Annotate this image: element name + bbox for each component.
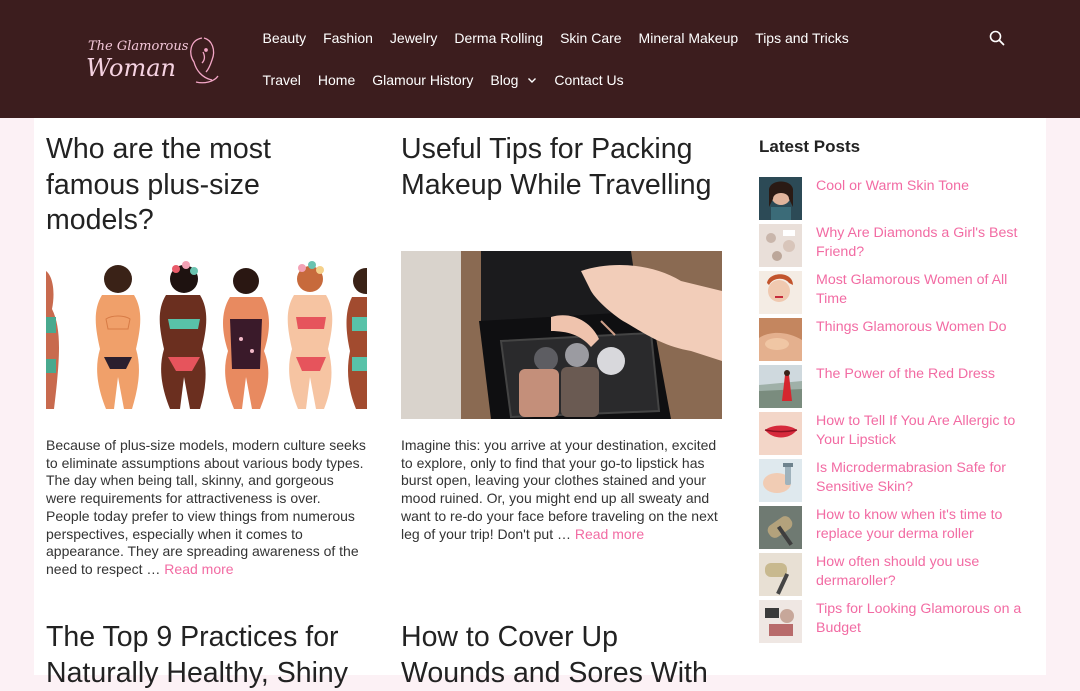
- post-card: Useful Tips for Packing Makeup While Tra…: [401, 132, 723, 203]
- latest-post-link[interactable]: Most Glamorous Women of All Time: [816, 271, 1031, 309]
- nav-tips-and-tricks[interactable]: Tips and Tricks: [747, 26, 858, 50]
- post-title[interactable]: Useful Tips for Packing Makeup While Tra…: [401, 132, 723, 203]
- latest-post-item[interactable]: Tips for Looking Glamorous on a Budget: [759, 600, 1029, 644]
- post-thumbnail[interactable]: [759, 553, 802, 596]
- latest-post-item[interactable]: Most Glamorous Women of All Time: [759, 271, 1029, 315]
- main-nav-row-2: Travel Home Glamour History Blog Contact…: [254, 68, 632, 92]
- post-title[interactable]: Who are the most famous plus-size models…: [46, 132, 368, 239]
- post-excerpt: Imagine this: you arrive at your destina…: [401, 437, 721, 543]
- read-more-link[interactable]: Read more: [164, 561, 233, 577]
- post-thumbnail[interactable]: [759, 600, 802, 643]
- post-card: The Top 9 Practices for Naturally Health…: [46, 620, 368, 691]
- latest-post-link[interactable]: Cool or Warm Skin Tone: [816, 177, 1031, 196]
- sidebar-title: Latest Posts: [759, 137, 861, 156]
- latest-post-link[interactable]: The Power of the Red Dress: [816, 365, 1031, 384]
- post-thumbnail[interactable]: [759, 224, 802, 267]
- nav-mineral-makeup[interactable]: Mineral Makeup: [630, 26, 747, 50]
- nav-home[interactable]: Home: [309, 68, 363, 92]
- latest-post-link[interactable]: How to Tell If You Are Allergic to Your …: [816, 412, 1031, 450]
- nav-blog-label: Blog: [490, 72, 519, 88]
- logo-text-main: Woman: [86, 54, 176, 82]
- main-content: Who are the most famous plus-size models…: [34, 118, 1046, 689]
- main-nav-row-1: Beauty Fashion Jewelry Derma Rolling Ski…: [254, 26, 857, 50]
- nav-glamour-history[interactable]: Glamour History: [364, 68, 482, 92]
- post-title[interactable]: How to Cover Up Wounds and Sores With: [401, 620, 723, 691]
- chevron-down-icon: [528, 78, 537, 83]
- latest-post-item[interactable]: How to Tell If You Are Allergic to Your …: [759, 412, 1029, 456]
- post-thumbnail[interactable]: [759, 459, 802, 502]
- search-icon[interactable]: [988, 29, 1006, 47]
- nav-blog[interactable]: Blog: [482, 68, 546, 92]
- latest-post-item[interactable]: The Power of the Red Dress: [759, 365, 1029, 409]
- latest-post-link[interactable]: Why Are Diamonds a Girl's Best Friend?: [816, 224, 1031, 262]
- post-image-makeup-bag[interactable]: [401, 251, 722, 419]
- post-thumbnail[interactable]: [759, 318, 802, 361]
- post-thumbnail[interactable]: [759, 365, 802, 408]
- post-thumbnail[interactable]: [759, 506, 802, 549]
- latest-post-item[interactable]: Why Are Diamonds a Girl's Best Friend?: [759, 224, 1029, 268]
- latest-post-item[interactable]: Cool or Warm Skin Tone: [759, 177, 1029, 221]
- nav-derma-rolling[interactable]: Derma Rolling: [446, 26, 552, 50]
- post-excerpt-text: Because of plus-size models, modern cult…: [46, 437, 366, 577]
- read-more-link[interactable]: Read more: [575, 526, 644, 542]
- post-thumbnail[interactable]: [759, 412, 802, 455]
- post-thumbnail[interactable]: [759, 177, 802, 220]
- logo-text-top: The Glamorous: [88, 39, 189, 54]
- latest-post-link[interactable]: Is Microdermabrasion Safe for Sensitive …: [816, 459, 1031, 497]
- post-thumbnail[interactable]: [759, 271, 802, 314]
- latest-post-item[interactable]: Things Glamorous Women Do: [759, 318, 1029, 362]
- post-excerpt: Because of plus-size models, modern cult…: [46, 437, 366, 579]
- nav-skin-care[interactable]: Skin Care: [552, 26, 630, 50]
- nav-contact-us[interactable]: Contact Us: [546, 68, 632, 92]
- latest-post-link[interactable]: Things Glamorous Women Do: [816, 318, 1031, 337]
- post-card: Who are the most famous plus-size models…: [46, 132, 368, 239]
- post-title[interactable]: The Top 9 Practices for Naturally Health…: [46, 620, 368, 691]
- latest-post-link[interactable]: How to know when it's time to replace yo…: [816, 506, 1031, 544]
- site-header: The Glamorous Woman Beauty Fashion Jewel…: [0, 0, 1080, 118]
- site-logo[interactable]: The Glamorous Woman: [84, 30, 224, 90]
- nav-jewelry[interactable]: Jewelry: [381, 26, 445, 50]
- nav-fashion[interactable]: Fashion: [315, 26, 382, 50]
- post-excerpt-text: Imagine this: you arrive at your destina…: [401, 437, 718, 542]
- post-card: How to Cover Up Wounds and Sores With: [401, 620, 723, 691]
- nav-beauty[interactable]: Beauty: [254, 26, 315, 50]
- post-image-plus-size-models[interactable]: [46, 259, 367, 427]
- latest-post-item[interactable]: How to know when it's time to replace yo…: [759, 506, 1029, 550]
- latest-post-link[interactable]: Tips for Looking Glamorous on a Budget: [816, 600, 1031, 638]
- latest-post-link[interactable]: How often should you use dermaroller?: [816, 553, 1031, 591]
- logo-graphic: The Glamorous Woman: [86, 37, 219, 84]
- nav-travel[interactable]: Travel: [254, 68, 309, 92]
- latest-post-item[interactable]: Is Microdermabrasion Safe for Sensitive …: [759, 459, 1029, 503]
- latest-post-item[interactable]: How often should you use dermaroller?: [759, 553, 1029, 597]
